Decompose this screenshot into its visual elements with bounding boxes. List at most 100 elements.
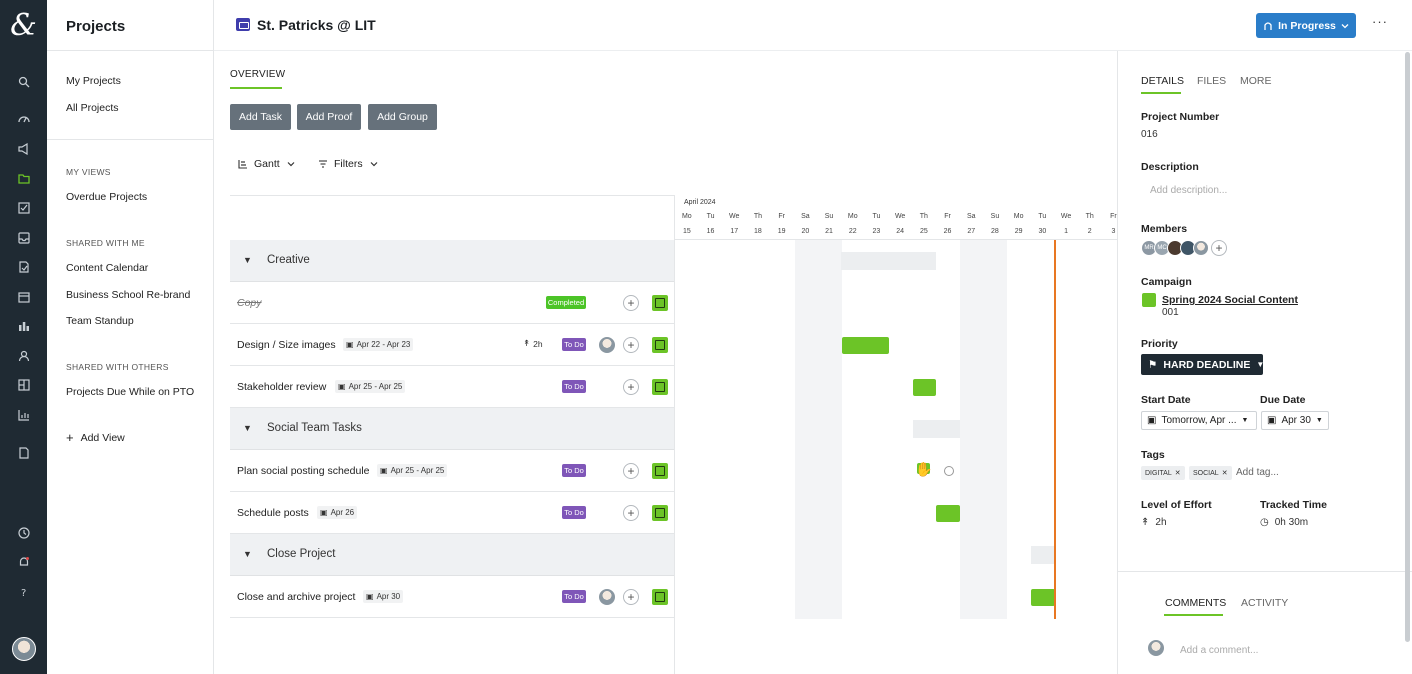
task-complete-checkbox[interactable] [652,295,668,311]
task-date-chip[interactable]: ▣ Apr 30 [363,590,404,603]
task-name[interactable]: Design / Size images [237,339,336,351]
add-assignee-button[interactable]: + [623,379,639,395]
add-group-button[interactable]: Add Group [368,104,437,130]
chevron-down-icon[interactable]: ▼ [243,423,252,433]
chevron-down-icon[interactable]: ▼ [243,255,252,265]
assignee-avatar[interactable] [599,337,615,353]
effort-field[interactable]: ↟ 2h [1141,517,1167,528]
task-row[interactable]: Plan social posting schedule ▣ Apr 25 - … [230,450,674,492]
gantt-task-bar[interactable] [936,505,960,522]
calendar-icon[interactable] [0,287,47,307]
nav-item-business-school[interactable]: Business School Re-brand [66,289,190,301]
task-date-chip[interactable]: ▣ Apr 25 - Apr 25 [377,464,448,477]
add-task-button[interactable]: Add Task [230,104,291,130]
tab-files[interactable]: FILES [1197,75,1226,87]
notifications-bell-icon[interactable] [0,552,47,572]
task-date-chip[interactable]: ▣ Apr 25 - Apr 25 [335,380,406,393]
priority-dropdown[interactable]: ⚑ HARD DEADLINE ▼ [1141,354,1264,375]
filters-dropdown[interactable]: Filters [318,158,379,170]
nav-item-team-standup[interactable]: Team Standup [66,315,134,327]
tab-activity[interactable]: ACTIVITY [1241,597,1288,609]
task-complete-checkbox[interactable] [652,463,668,479]
inbox-icon[interactable] [0,228,47,248]
projects-folder-icon[interactable] [0,169,47,189]
nav-item-overdue-projects[interactable]: Overdue Projects [66,191,147,203]
group-row-close-project[interactable]: ▼ Close Project [230,534,674,576]
campaign-link[interactable]: Spring 2024 Social Content [1162,294,1298,306]
task-complete-checkbox[interactable] [652,337,668,353]
tasks-icon[interactable] [0,198,47,218]
add-view-button[interactable]: + Add View [66,430,125,445]
add-assignee-button[interactable]: + [623,337,639,353]
due-date-picker[interactable]: ▣ Apr 30 ▼ [1261,411,1329,430]
nav-item-content-calendar[interactable]: Content Calendar [66,262,148,274]
status-badge[interactable]: To Do [562,590,586,603]
add-assignee-button[interactable]: + [623,589,639,605]
board-icon[interactable] [0,375,47,395]
clock-icon[interactable] [0,523,47,543]
start-date-picker[interactable]: ▣ Tomorrow, Apr ... ▼ [1141,411,1257,430]
campaign-icon[interactable] [0,139,47,159]
description-input[interactable]: Add description... [1150,185,1227,196]
search-icon[interactable] [0,72,47,92]
tab-overview[interactable]: OVERVIEW [230,69,285,80]
help-icon[interactable]: ? [0,582,47,602]
status-badge[interactable]: To Do [562,506,586,519]
view-mode-dropdown[interactable]: Gantt [238,158,296,170]
proofs-icon[interactable] [0,257,47,277]
app-logo[interactable]: & [0,0,47,50]
task-row[interactable]: Stakeholder review ▣ Apr 25 - Apr 25 To … [230,366,674,408]
group-row-creative[interactable]: ▼ Creative [230,240,674,282]
task-row[interactable]: Close and archive project ▣ Apr 30 To Do… [230,576,674,618]
tab-more[interactable]: MORE [1240,75,1272,87]
group-row-social[interactable]: ▼ Social Team Tasks [230,408,674,450]
task-name[interactable]: Copy [237,297,262,309]
add-proof-button[interactable]: Add Proof [297,104,361,130]
add-member-button[interactable]: + [1211,240,1227,256]
status-badge[interactable]: Completed [546,296,586,309]
chevron-down-icon[interactable]: ▼ [243,549,252,559]
analytics-icon[interactable] [0,405,47,425]
document-icon[interactable] [0,443,47,463]
task-complete-checkbox[interactable] [652,505,668,521]
task-name[interactable]: Schedule posts [237,507,309,519]
nav-item-my-projects[interactable]: My Projects [66,75,121,87]
add-assignee-button[interactable]: + [623,463,639,479]
gantt-task-bar[interactable] [842,337,889,354]
status-dropdown-button[interactable]: In Progress [1256,13,1356,38]
more-options-button[interactable]: ··· [1372,14,1388,29]
gantt-task-bar[interactable] [913,379,936,396]
status-badge[interactable]: To Do [562,380,586,393]
task-name[interactable]: Close and archive project [237,591,355,603]
status-badge[interactable]: To Do [562,464,586,477]
close-icon[interactable]: ✕ [1222,469,1228,477]
task-date-chip[interactable]: ▣ Apr 26 [317,506,358,519]
gantt-chart[interactable]: April 2024 Mo 15 Tu 16 We 17 Th 18 Fr 19 Sa 20 Su 21 M… [675,196,1117,674]
tag-chip[interactable]: SOCIAL ✕ [1189,466,1232,480]
people-icon[interactable] [0,346,47,366]
tab-comments[interactable]: COMMENTS [1165,597,1226,609]
task-complete-checkbox[interactable] [652,589,668,605]
tab-details[interactable]: DETAILS [1141,75,1184,87]
task-name[interactable]: Plan social posting schedule [237,465,370,477]
user-avatar[interactable] [12,637,36,661]
task-complete-checkbox[interactable] [652,379,668,395]
dashboard-icon[interactable] [0,109,47,129]
status-badge[interactable]: To Do [562,338,586,351]
close-icon[interactable]: ✕ [1175,469,1181,477]
task-date-chip[interactable]: ▣ Apr 22 - Apr 23 [343,338,414,351]
task-row[interactable]: Design / Size images ▣ Apr 22 - Apr 23 ↟… [230,324,674,366]
reports-bar-icon[interactable] [0,316,47,336]
task-row[interactable]: Copy Completed + [230,282,674,324]
task-name[interactable]: Stakeholder review [237,381,326,393]
nav-item-projects-due-pto[interactable]: Projects Due While on PTO [66,386,194,398]
gantt-dependency-handle[interactable] [944,466,954,476]
member-avatar[interactable] [1193,240,1209,256]
comment-input[interactable]: Add a comment... [1180,645,1258,656]
assignee-avatar[interactable] [599,589,615,605]
tag-chip[interactable]: DIGITAL ✕ [1141,466,1185,480]
add-tag-input[interactable]: Add tag... [1236,467,1279,478]
add-assignee-button[interactable]: + [623,295,639,311]
gantt-task-bar[interactable] [1031,589,1055,606]
add-assignee-button[interactable]: + [623,505,639,521]
